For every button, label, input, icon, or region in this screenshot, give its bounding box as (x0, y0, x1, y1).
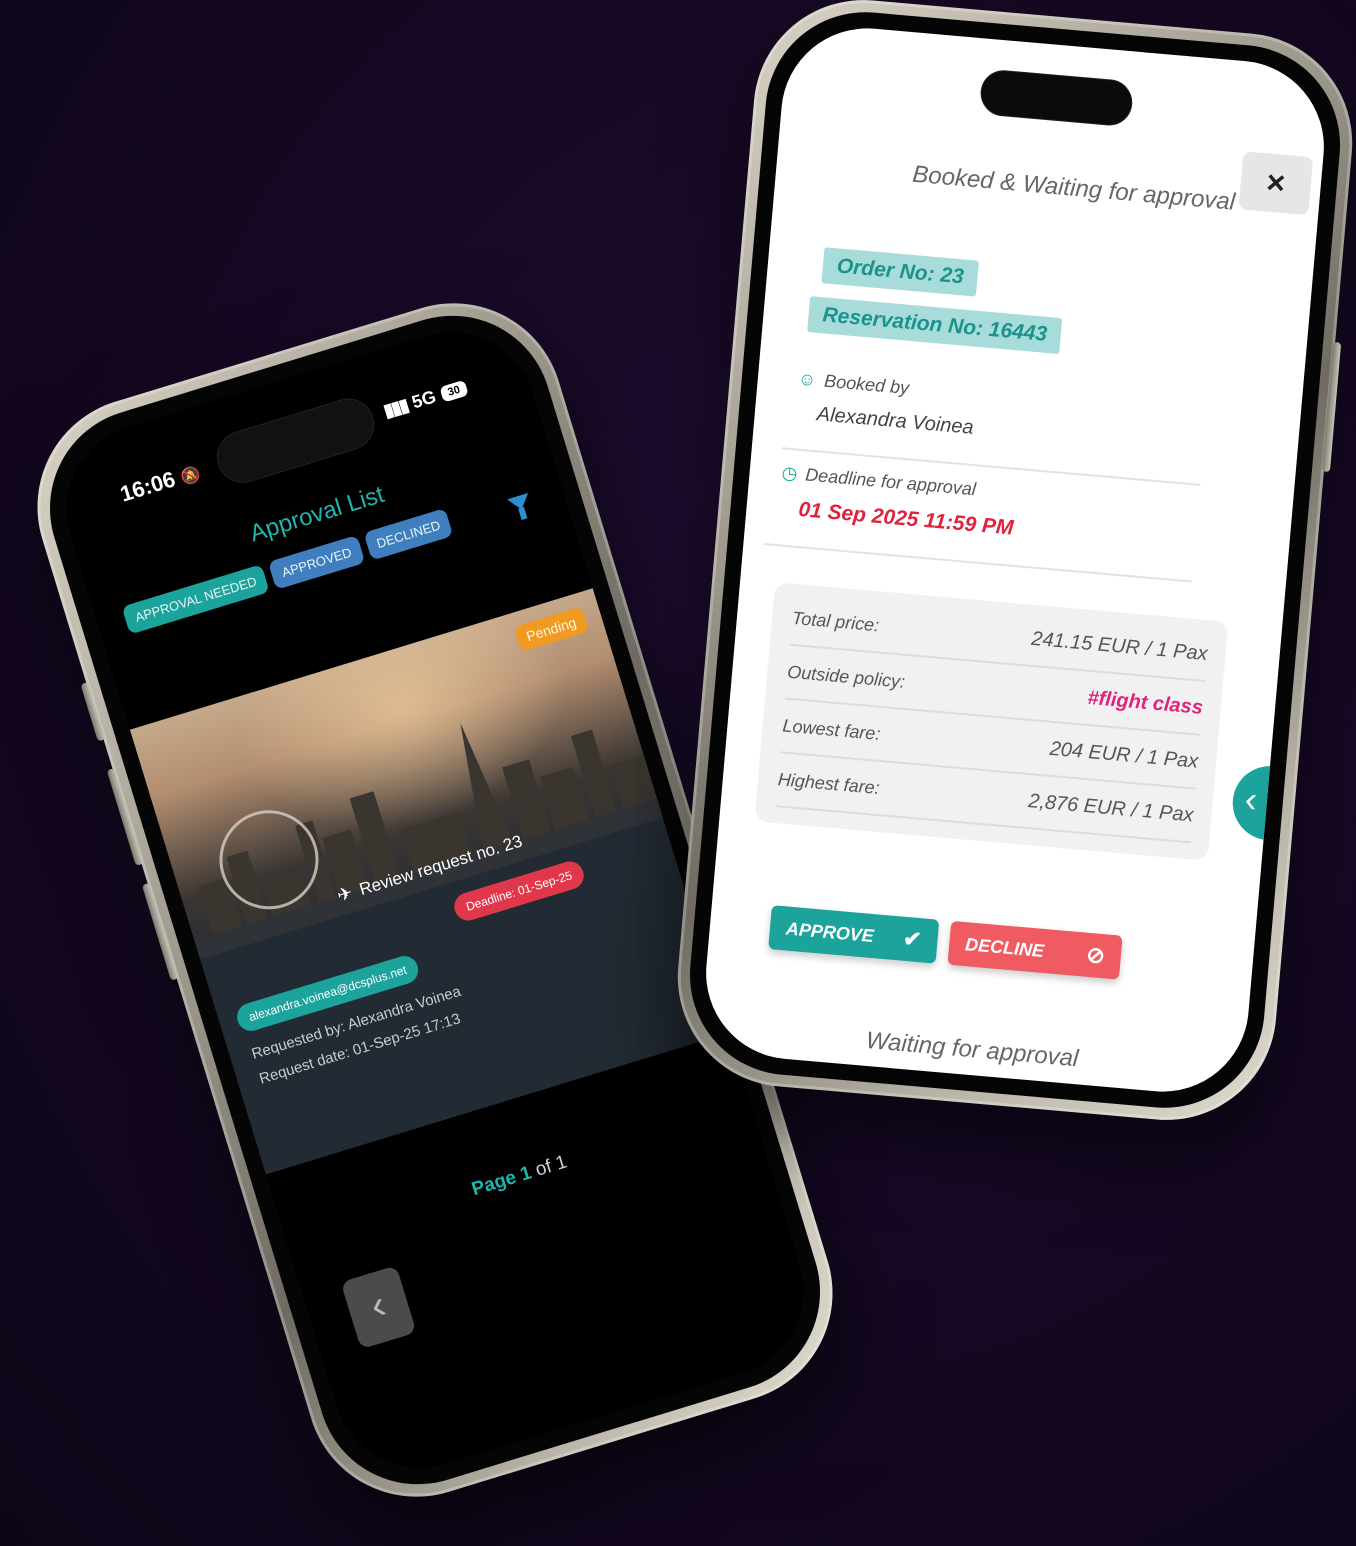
page-total: of 1 (532, 1151, 570, 1181)
tab-approved[interactable]: APPROVED (268, 534, 366, 590)
outside-policy-value: #flight class (1086, 686, 1204, 719)
network-label: 5G (409, 386, 439, 413)
phone-approval-details: × Booked & Waiting for approval Order No… (668, 0, 1356, 1130)
dynamic-island (978, 68, 1135, 128)
city-skyline-image: Pending ✈ Review request no. 23 (129, 588, 679, 960)
deadline-value: 01 Sep 2025 11:59 PM (797, 497, 1015, 540)
status-right: ▮▮▮ 5G 30 (381, 377, 469, 422)
deadline-label: Deadline for approval (804, 464, 977, 500)
decline-button[interactable]: DECLINE ⊘ (947, 920, 1123, 980)
status-time-text: 16:06 (117, 466, 179, 507)
users-icon: ☺ (797, 368, 818, 390)
status-time: 16:06 🔕 (117, 459, 203, 508)
outside-policy-label: Outside policy: (786, 661, 906, 692)
chevron-left-icon[interactable]: ‹ (340, 1265, 417, 1350)
battery-icon: 30 (438, 379, 469, 403)
total-price-label: Total price: (791, 607, 881, 635)
chevron-left-icon[interactable]: ‹ (1229, 763, 1292, 842)
booked-by-name: Alexandra Voinea (815, 403, 975, 439)
dynamic-island (210, 392, 381, 490)
page-word: Page (469, 1166, 519, 1201)
bell-muted-icon: 🔕 (178, 465, 203, 488)
deadline-label-row: ◷ Deadline for approval (781, 462, 977, 500)
reservation-number-chip: Reservation No: 16443 (807, 296, 1063, 355)
highest-fare-label: Highest fare: (777, 768, 881, 798)
skyline-silhouette (194, 722, 679, 960)
status-badge-pending: Pending (513, 606, 590, 653)
order-number-chip: Order No: 23 (821, 247, 980, 297)
decline-label: DECLINE (964, 933, 1045, 961)
waiting-status-text: Waiting for approval (864, 1026, 1080, 1073)
ban-icon: ⊘ (1085, 941, 1106, 969)
approval-detail-screen: × Booked & Waiting for approval Order No… (698, 21, 1332, 1099)
filter-icon[interactable] (507, 493, 533, 513)
lowest-fare-value: 204 EUR / 1 Pax (1048, 737, 1200, 773)
lowest-fare-label: Lowest fare: (781, 714, 882, 744)
approve-label: APPROVE (785, 917, 875, 946)
modal-title: Booked & Waiting for approval (911, 160, 1237, 216)
approve-button[interactable]: APPROVE ✔ (768, 905, 940, 964)
booked-by-label-row: ☺ Booked by (797, 368, 910, 399)
tab-declined[interactable]: DECLINED (363, 507, 454, 561)
power-button (1321, 341, 1342, 473)
approval-request-card[interactable]: Pending ✈ Review request no. 23 Deadline… (129, 588, 729, 1175)
clock-icon: ◷ (780, 462, 799, 484)
price-summary: Total price: 241.15 EUR / 1 Pax Outside … (754, 582, 1229, 861)
divider (763, 543, 1192, 583)
check-icon: ✔ (902, 925, 923, 953)
page-current: 1 (517, 1162, 535, 1186)
close-button[interactable]: × (1238, 151, 1314, 216)
total-price-value: 241.15 EUR / 1 Pax (1030, 627, 1209, 665)
bezel: × Booked & Waiting for approval Order No… (681, 3, 1349, 1117)
signal-icon: ▮▮▮ (381, 395, 410, 422)
highest-fare-value: 2,876 EUR / 1 Pax (1027, 789, 1195, 826)
booked-by-label: Booked by (823, 370, 910, 399)
